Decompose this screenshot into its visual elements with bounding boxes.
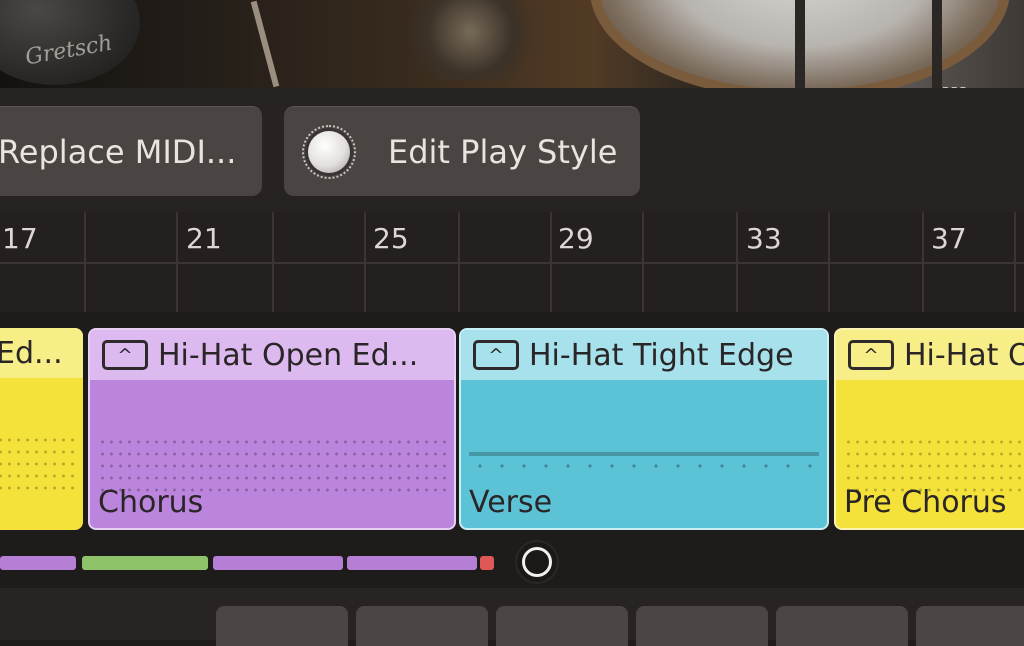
clip-title: Hi-Hat O xyxy=(904,337,1024,373)
stand-image-2 xyxy=(932,0,942,88)
edit-play-style-button[interactable]: Edit Play Style xyxy=(284,106,640,196)
tom-drum-image: Gretsch xyxy=(0,0,140,85)
midi-notes xyxy=(0,434,75,494)
grid-line xyxy=(458,212,460,312)
replace-midi-button[interactable]: Replace MIDI... xyxy=(0,106,262,196)
grid-line xyxy=(364,212,366,312)
bar-number: 33 xyxy=(746,222,782,255)
chevron-up-icon[interactable]: ^ xyxy=(102,340,148,370)
clip-hi-hat-open-partial[interactable]: ^ Hi-Hat O Pre Chorus xyxy=(834,328,1024,530)
pad-button[interactable] xyxy=(496,606,628,646)
clip-body xyxy=(0,378,83,530)
pedal-hardware-image xyxy=(400,0,540,80)
pad-button[interactable] xyxy=(216,606,348,646)
clip-title: Hi-Hat Tight Edge xyxy=(529,337,794,373)
structure-segment[interactable] xyxy=(480,556,494,570)
structure-segment[interactable] xyxy=(82,556,208,570)
clip-lane: Ed... ^ Hi-Hat Open Ed... Chorus ^ Hi-Ha… xyxy=(0,312,1024,542)
chevron-up-icon[interactable]: ^ xyxy=(848,340,894,370)
bar-number: 37 xyxy=(931,222,967,255)
structure-segment[interactable] xyxy=(347,556,477,570)
pad-button[interactable] xyxy=(356,606,488,646)
grid-line xyxy=(1014,212,1016,312)
playhead-circle-icon[interactable] xyxy=(517,542,557,582)
grid-line xyxy=(176,212,178,312)
grid-line xyxy=(922,212,924,312)
clip-header: ^ Hi-Hat Tight Edge xyxy=(461,330,827,380)
clip-header: ^ Hi-Hat O xyxy=(836,330,1024,380)
clip-header: Ed... xyxy=(0,328,83,378)
clip-hi-hat-open-edge[interactable]: ^ Hi-Hat Open Ed... Chorus xyxy=(88,328,456,530)
knob-icon xyxy=(302,124,356,179)
grid-line xyxy=(736,212,738,312)
chevron-up-icon[interactable]: ^ xyxy=(473,340,519,370)
clip-partial-left[interactable]: Ed... xyxy=(0,328,83,530)
midi-notes-row xyxy=(469,460,819,472)
structure-segment[interactable] xyxy=(213,556,343,570)
clip-title: Ed... xyxy=(0,335,63,371)
grid-line xyxy=(84,212,86,312)
grid-line xyxy=(272,212,274,312)
clip-header: ^ Hi-Hat Open Ed... xyxy=(90,330,454,380)
bar-number: 29 xyxy=(558,222,594,255)
clip-section-label: Verse xyxy=(469,485,553,520)
timeline-ruler[interactable]: 17 21 25 29 33 37 xyxy=(0,212,1024,312)
clip-section-label: Chorus xyxy=(98,485,204,520)
stand-image xyxy=(795,0,805,88)
pad-button[interactable] xyxy=(776,606,908,646)
toolbar: Replace MIDI... Edit Play Style xyxy=(0,88,1024,212)
kit-photo: Gretsch ▪▪▪ xyxy=(0,0,1024,88)
edit-play-style-label: Edit Play Style xyxy=(388,132,618,171)
grid-line xyxy=(550,212,552,312)
cymbal-stand-image xyxy=(250,0,280,88)
grid-line xyxy=(828,212,830,312)
replace-midi-label: Replace MIDI... xyxy=(0,132,237,171)
bar-number: 25 xyxy=(373,222,409,255)
clip-title: Hi-Hat Open Ed... xyxy=(158,337,419,373)
ruler-divider xyxy=(0,262,1024,264)
song-structure-strip[interactable] xyxy=(0,542,1024,588)
pad-row xyxy=(0,588,1024,646)
pad-button[interactable] xyxy=(916,606,1024,646)
bar-number: 21 xyxy=(186,222,222,255)
clip-hi-hat-tight-edge[interactable]: ^ Hi-Hat Tight Edge Verse xyxy=(459,328,829,530)
structure-segment[interactable] xyxy=(0,556,76,570)
pad-button[interactable] xyxy=(636,606,768,646)
grid-line xyxy=(642,212,644,312)
bar-number: 17 xyxy=(2,222,38,255)
clip-section-label: Pre Chorus xyxy=(844,485,1007,520)
